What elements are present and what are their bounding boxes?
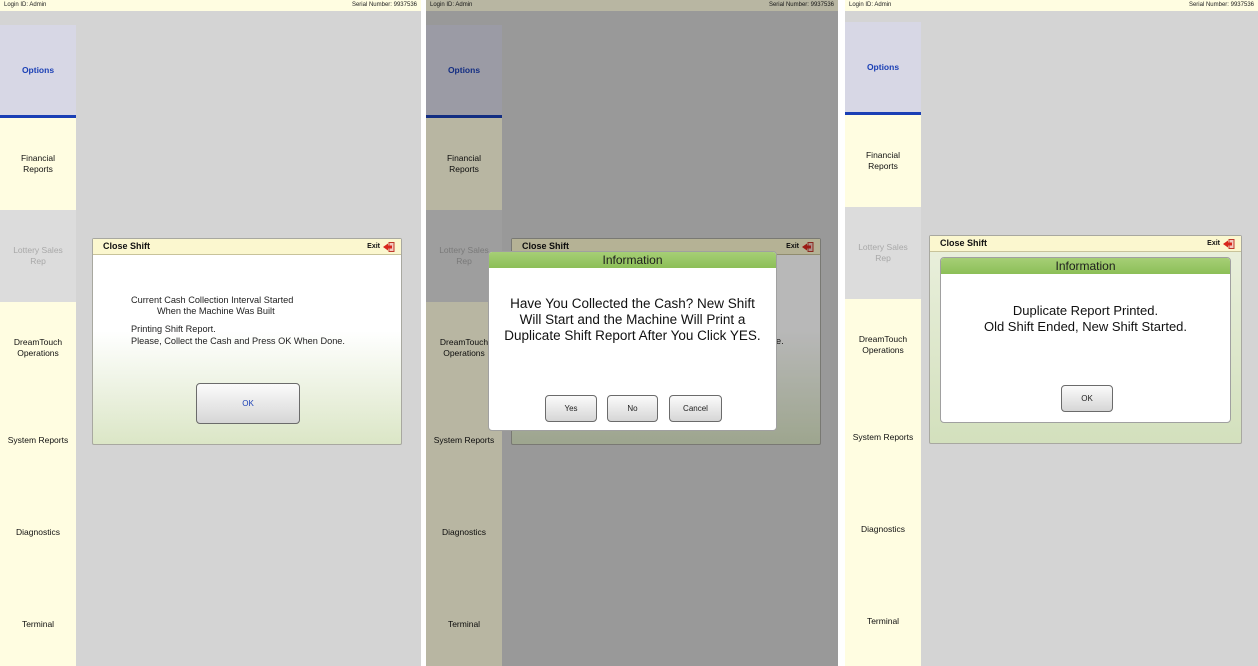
exit-label: Exit bbox=[1207, 240, 1220, 247]
serial-number: Serial Number: 9937536 bbox=[351, 2, 417, 8]
dialog-title: Close Shift bbox=[930, 236, 1241, 252]
sidebar-item-options[interactable]: Options bbox=[845, 22, 921, 115]
close-shift-dialog: Close Shift Exit Current Cash Collection… bbox=[92, 238, 402, 445]
sidebar-item-system-reports[interactable]: System Reports bbox=[845, 391, 921, 483]
sidebar-item-financial-reports[interactable]: Financial Reports bbox=[0, 118, 76, 210]
info-message-line-1: Have You Collected the Cash? New Shift bbox=[510, 296, 755, 311]
ok-button[interactable]: OK bbox=[1061, 385, 1113, 412]
sidebar: Options Financial Reports Lottery Sales … bbox=[0, 25, 76, 666]
sidebar-item-diagnostics[interactable]: Diagnostics bbox=[0, 486, 76, 578]
top-bar: Login ID: Admin Serial Number: 9937536 bbox=[0, 0, 421, 11]
information-title: Information bbox=[941, 258, 1230, 274]
sidebar-item-options[interactable]: Options bbox=[0, 25, 76, 118]
information-title: Information bbox=[489, 252, 776, 268]
login-id: Login ID: Admin bbox=[849, 2, 892, 8]
information-dialog: Information Duplicate Report Printed. Ol… bbox=[940, 257, 1231, 423]
message-line-3: Printing Shift Report. bbox=[131, 324, 216, 334]
message-line-1: Current Cash Collection Interval Started bbox=[131, 295, 294, 305]
sidebar-item-dreamtouch-operations[interactable]: DreamTouch Operations bbox=[0, 302, 76, 394]
serial-number: Serial Number: 9937536 bbox=[1188, 2, 1254, 8]
exit-label: Exit bbox=[367, 243, 380, 250]
sidebar-item-lottery-sales-rep: Lottery Sales Rep bbox=[0, 210, 76, 302]
sidebar-item-dreamtouch-operations[interactable]: DreamTouch Operations bbox=[845, 299, 921, 391]
sidebar: Options Financial Reports Lottery Sales … bbox=[845, 22, 921, 666]
dialog-title: Close Shift bbox=[93, 239, 401, 255]
info-message-line-1: Duplicate Report Printed. bbox=[1012, 303, 1159, 318]
top-bar: Login ID: Admin Serial Number: 9937536 bbox=[845, 0, 1258, 11]
info-message-line-2: Old Shift Ended, New Shift Started. bbox=[983, 319, 1188, 334]
message-line-4: Please, Collect the Cash and Press OK Wh… bbox=[131, 336, 345, 346]
ok-button[interactable]: OK bbox=[196, 383, 300, 424]
panel-close-shift-collect-cash: Login ID: Admin Serial Number: 9937536 O… bbox=[0, 0, 421, 666]
exit-button[interactable]: Exit bbox=[367, 239, 395, 254]
login-id: Login ID: Admin bbox=[4, 2, 47, 8]
information-dialog: Information Have You Collected the Cash?… bbox=[488, 251, 777, 431]
panel-duplicate-report-printed: Login ID: Admin Serial Number: 9937536 O… bbox=[845, 0, 1258, 666]
exit-icon bbox=[383, 241, 395, 252]
message-line-2: When the Machine Was Built bbox=[157, 306, 275, 316]
sidebar-item-terminal[interactable]: Terminal bbox=[845, 575, 921, 666]
info-message-line-3: Duplicate Shift Report After You Click Y… bbox=[504, 328, 761, 343]
sidebar-item-lottery-sales-rep: Lottery Sales Rep bbox=[845, 207, 921, 299]
sidebar-item-financial-reports[interactable]: Financial Reports bbox=[845, 115, 921, 207]
info-message-line-2: Will Start and the Machine Will Print a bbox=[519, 312, 746, 327]
exit-icon bbox=[1223, 238, 1235, 249]
sidebar-item-system-reports[interactable]: System Reports bbox=[0, 394, 76, 486]
yes-button[interactable]: Yes bbox=[545, 395, 597, 422]
cancel-button[interactable]: Cancel bbox=[669, 395, 722, 422]
sidebar-item-terminal[interactable]: Terminal bbox=[0, 578, 76, 666]
no-button[interactable]: No bbox=[607, 395, 658, 422]
panel-confirm-collect-cash: Login ID: Admin Serial Number: 9937536 O… bbox=[426, 0, 838, 666]
sidebar-item-diagnostics[interactable]: Diagnostics bbox=[845, 483, 921, 575]
exit-button[interactable]: Exit bbox=[1207, 236, 1235, 251]
